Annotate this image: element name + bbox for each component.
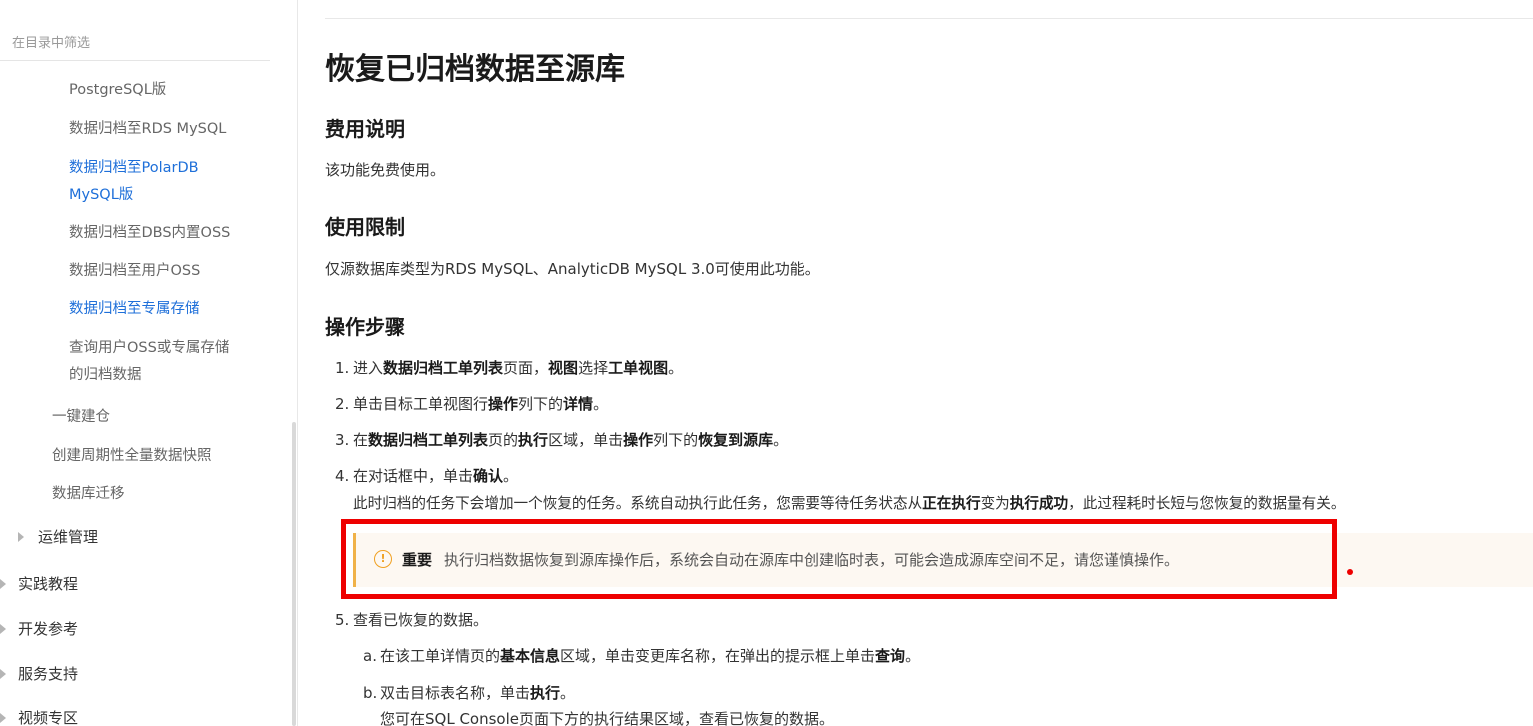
sidebar-item-snapshot[interactable]: 创建周期性全量数据快照 — [52, 443, 212, 470]
step-number: 2. — [335, 395, 350, 413]
sidebar-item-label: 服务支持 — [18, 665, 79, 683]
step-text: ，此过程耗时长短与您恢复的数据量有关。 — [1068, 495, 1346, 512]
section-heading-limits: 使用限制 — [325, 215, 405, 239]
step-1: 1. 进入数据归档工单列表页面，视图选择工单视图。 — [335, 357, 683, 378]
ui-term: 操作 — [623, 431, 654, 449]
sidebar-item-label: MySQL版 — [69, 187, 134, 203]
sidebar-item-label: 数据归档至PolarDB — [69, 160, 199, 176]
ui-term: 确认 — [473, 467, 504, 485]
sidebar-item-label: 的归档数据 — [69, 367, 142, 383]
ui-term: 执行 — [530, 684, 561, 702]
caret-right-icon — [0, 578, 6, 589]
step-number: a. — [363, 647, 377, 665]
step-text: 。 — [593, 395, 609, 413]
step-number: 1. — [335, 359, 350, 377]
ui-term: 查询 — [875, 647, 906, 665]
sidebar-item-label: 视频专区 — [18, 709, 79, 726]
sidebar-item-label: 实践教程 — [18, 575, 79, 593]
step-3: 3. 在数据归档工单列表页的执行区域，单击操作列下的恢复到源库。 — [335, 429, 788, 450]
step-text: 。 — [905, 647, 921, 665]
ui-term: 执行成功 — [1009, 495, 1069, 512]
sidebar-item-tutorial[interactable]: 实践教程 — [0, 571, 78, 598]
step-text: 。 — [560, 684, 576, 702]
step-text: 区域，单击变更库名称，在弹出的提示框上单击 — [560, 647, 876, 665]
step-text: 在 — [353, 431, 369, 449]
caret-right-icon — [0, 623, 6, 634]
sidebar-item-dbs-oss[interactable]: 数据归档至DBS内置OSS — [69, 220, 230, 247]
step-number: b. — [363, 684, 378, 702]
sidebar-item-ops[interactable]: 运维管理 — [18, 524, 98, 551]
substep-a: a. 在该工单详情页的基本信息区域，单击变更库名称，在弹出的提示框上单击查询。 — [363, 645, 920, 666]
article-content: 恢复已归档数据至源库 费用说明 该功能免费使用。 使用限制 仅源数据库类型为RD… — [325, 0, 1533, 726]
section-heading-fee: 费用说明 — [325, 117, 405, 141]
toc-filter-input[interactable]: 在目录中筛选 — [12, 32, 90, 51]
substep-b-note: 您可在SQL Console页面下方的执行结果区域，查看已恢复的数据。 — [380, 710, 835, 726]
sidebar-item-label: 开发参考 — [18, 620, 79, 638]
step-number: 4. — [335, 467, 350, 485]
step-text: 在该工单详情页的 — [380, 647, 501, 665]
sidebar-item-postgresql[interactable]: PostgreSQL版 — [69, 77, 166, 104]
ui-term: 操作 — [488, 395, 519, 413]
sidebar-item-migration[interactable]: 数据库迁移 — [52, 481, 125, 508]
sidebar-item-label: 运维管理 — [38, 528, 99, 546]
caret-right-icon — [18, 531, 24, 542]
sidebar-item-video[interactable]: 视频专区 — [0, 705, 78, 726]
step-text: 。 — [503, 467, 519, 485]
step-text: 进入 — [353, 359, 384, 377]
step-text: 变为 — [980, 495, 1010, 512]
step-text: 区域，单击 — [548, 431, 624, 449]
sidebar-item-polardb[interactable]: 数据归档至PolarDB MySQL版 — [69, 155, 199, 209]
step-text: 查看已恢复的数据。 — [353, 611, 489, 629]
caret-right-icon — [0, 712, 6, 723]
step-2: 2. 单击目标工单视图行操作列下的详情。 — [335, 393, 608, 414]
step-text: 双击目标表名称，单击 — [380, 684, 531, 702]
caret-right-icon — [0, 668, 6, 679]
step-4-note: 此时归档的任务下会增加一个恢复的任务。系统自动执行此任务，您需要等待任务状态从正… — [353, 492, 1345, 513]
step-number: 3. — [335, 431, 350, 449]
fee-text: 该功能免费使用。 — [325, 161, 446, 179]
sidebar-item-warehouse[interactable]: 一键建仓 — [52, 404, 110, 431]
ui-term: 视图 — [548, 359, 579, 377]
step-text: 在对话框中，单击 — [353, 467, 474, 485]
sidebar-toc: 在目录中筛选 PostgreSQL版 数据归档至RDS MySQL 数据归档至P… — [0, 0, 298, 726]
sidebar-item-label: 查询用户OSS或专属存储 — [69, 340, 230, 356]
ui-term: 基本信息 — [500, 647, 561, 665]
doc-page: 在目录中筛选 PostgreSQL版 数据归档至RDS MySQL 数据归档至P… — [0, 0, 1533, 726]
limits-text: 仅源数据库类型为RDS MySQL、AnalyticDB MySQL 3.0可使… — [325, 260, 820, 278]
highlight-box — [341, 519, 1337, 599]
divider — [0, 60, 270, 61]
step-5: 5. 查看已恢复的数据。 — [335, 609, 488, 630]
page-title: 恢复已归档数据至源库 — [325, 52, 625, 87]
step-number: 5. — [335, 611, 350, 629]
section-heading-steps: 操作步骤 — [325, 315, 405, 339]
sidebar-item-query-archive[interactable]: 查询用户OSS或专属存储 的归档数据 — [69, 335, 229, 389]
step-text: 单击目标工单视图行 — [353, 395, 489, 413]
ui-term: 数据归档工单列表 — [383, 359, 504, 377]
sidebar-item-dedicated-storage[interactable]: 数据归档至专属存储 — [69, 296, 200, 323]
ui-term: 恢复到源库 — [698, 431, 774, 449]
step-4: 4. 在对话框中，单击确认。 — [335, 465, 518, 486]
step-text: 页面， — [503, 359, 549, 377]
step-text: 。 — [668, 359, 684, 377]
highlight-dot — [1347, 569, 1353, 575]
step-text: 此时归档的任务下会增加一个恢复的任务。系统自动执行此任务，您需要等待任务状态从 — [353, 495, 923, 512]
step-text: 选择 — [578, 359, 609, 377]
divider — [325, 18, 1533, 19]
sidebar-item-user-oss[interactable]: 数据归档至用户OSS — [69, 258, 200, 285]
step-text: 列下的 — [653, 431, 699, 449]
substep-b: b. 双击目标表名称，单击执行。 — [363, 682, 575, 703]
step-text: 。 — [773, 431, 789, 449]
ui-term: 详情 — [563, 395, 594, 413]
ui-term: 数据归档工单列表 — [368, 431, 489, 449]
step-text: 页的 — [488, 431, 519, 449]
ui-term: 工单视图 — [608, 359, 669, 377]
sidebar-item-rds-mysql[interactable]: 数据归档至RDS MySQL — [69, 116, 226, 143]
sidebar-item-support[interactable]: 服务支持 — [0, 661, 78, 688]
step-text: 列下的 — [518, 395, 564, 413]
sidebar-item-dev-ref[interactable]: 开发参考 — [0, 616, 78, 643]
sidebar-scrollbar[interactable] — [292, 422, 296, 726]
ui-term: 正在执行 — [922, 495, 981, 512]
ui-term: 执行 — [518, 431, 549, 449]
